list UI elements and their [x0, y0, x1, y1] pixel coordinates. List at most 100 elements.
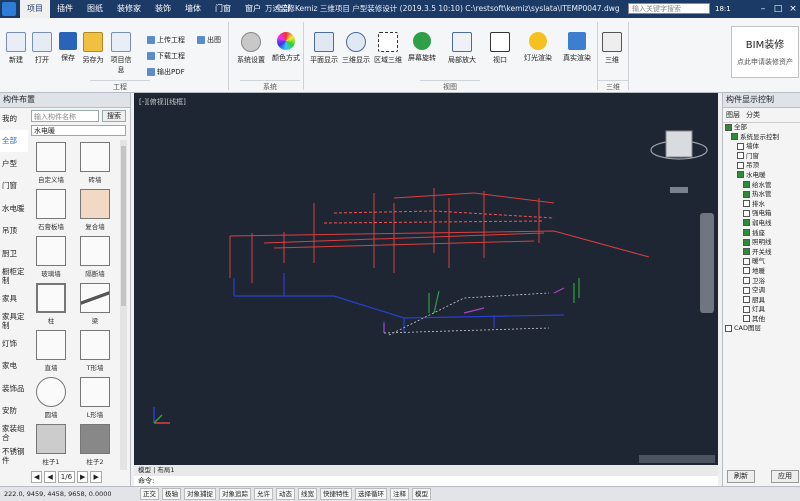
menu-item[interactable]: 项目 [20, 0, 50, 18]
checkbox[interactable] [743, 229, 750, 237]
category-item[interactable]: 不锈钢件 [0, 445, 28, 468]
3d-view-button[interactable]: 三维显示 [341, 32, 371, 65]
category-item[interactable]: 橱柜定制 [0, 265, 28, 288]
checkbox[interactable] [725, 324, 732, 332]
system-settings-button[interactable]: 系统设置 [235, 32, 267, 65]
status-toggle[interactable]: 允许 [254, 488, 273, 500]
component-tile[interactable]: 梁 [75, 281, 115, 325]
component-tile[interactable]: 玻璃墙 [31, 234, 71, 278]
tree-node[interactable]: 强电箱 [725, 209, 799, 219]
checkbox[interactable] [737, 161, 744, 169]
project-info-button[interactable]: 项目信息 [108, 32, 134, 75]
status-toggle[interactable]: 对象捕捉 [184, 488, 216, 500]
tree-node[interactable]: 开关线 [725, 248, 799, 258]
open-button[interactable]: 打开 [29, 32, 55, 65]
status-toggle[interactable]: 注释 [390, 488, 409, 500]
category-item[interactable]: 装饰品 [0, 377, 28, 400]
checkbox[interactable] [743, 277, 750, 284]
component-tile[interactable]: 石膏板墙 [31, 187, 71, 231]
component-tile[interactable]: 直墙 [31, 328, 71, 372]
checkbox[interactable] [743, 305, 750, 313]
component-tile[interactable]: 柱子1 [31, 422, 71, 466]
refresh-button[interactable]: 刷新 [727, 470, 755, 483]
checkbox[interactable] [743, 238, 750, 246]
category-dropdown[interactable]: 水电暖 [31, 125, 126, 136]
tree-node[interactable]: CAD图层 [725, 324, 799, 334]
component-search-input[interactable]: 输入构件名称 [31, 110, 99, 122]
tree-node[interactable]: 门窗 [725, 152, 799, 162]
checkbox[interactable] [731, 133, 738, 141]
checkbox[interactable] [743, 181, 750, 189]
tab-categories[interactable]: 分类 [746, 110, 760, 120]
checkbox[interactable] [743, 286, 750, 294]
export-pdf-button[interactable]: 输出PDF [147, 67, 185, 77]
checkbox[interactable] [737, 171, 744, 179]
save-as-button[interactable]: 另存为 [80, 32, 106, 65]
zoom-local-button[interactable]: 局部放大 [447, 32, 477, 65]
category-item[interactable]: 家具定制 [0, 310, 28, 333]
global-search-input[interactable]: 输入关键字搜索 [628, 3, 710, 14]
status-toggle[interactable]: 选择循环 [355, 488, 387, 500]
tree-node[interactable]: 排水 [725, 200, 799, 210]
minimize-icon[interactable]: – [756, 0, 770, 18]
tree-node[interactable]: 水电暖 [725, 171, 799, 181]
save-button[interactable]: 保存 [55, 32, 81, 63]
category-item[interactable]: 安防 [0, 400, 28, 423]
tree-node[interactable]: 弱电线 [725, 219, 799, 229]
last-page-button[interactable]: ▶ [90, 471, 102, 483]
category-item[interactable]: 灯饰 [0, 332, 28, 355]
menu-item[interactable]: 装修家 [110, 0, 148, 18]
component-tile[interactable]: 隔断墙 [75, 234, 115, 278]
tab-layers[interactable]: 图层 [726, 110, 740, 120]
viewport-button[interactable]: 视口 [485, 32, 515, 65]
light-render-button[interactable]: 灯光渲染 [521, 32, 555, 63]
maximize-icon[interactable]: □ [771, 0, 785, 18]
tree-node[interactable]: 地暖 [725, 267, 799, 277]
tree-node[interactable]: 暖气 [725, 257, 799, 267]
menu-item[interactable]: 装饰 [148, 0, 178, 18]
component-tile[interactable]: T形墙 [75, 328, 115, 372]
component-scrollbar[interactable] [120, 140, 127, 470]
prev-page-button[interactable]: ◀ [44, 471, 56, 483]
checkbox[interactable] [725, 123, 732, 131]
status-toggle[interactable]: 线宽 [298, 488, 317, 500]
status-toggle[interactable]: 模型 [412, 488, 431, 500]
tree-node[interactable]: 全部 [725, 123, 799, 133]
category-item[interactable]: 家电 [0, 355, 28, 378]
menu-item[interactable]: 图纸 [80, 0, 110, 18]
menu-item[interactable]: 窗户 [238, 0, 268, 18]
component-tile[interactable]: 砖墙 [75, 140, 115, 184]
view-cube-button[interactable]: 三维 [600, 32, 624, 65]
checkbox[interactable] [743, 209, 750, 217]
component-tile[interactable]: 自定义墙 [31, 140, 71, 184]
category-item[interactable]: 全部 [0, 129, 28, 152]
apply-button[interactable]: 应用 [771, 470, 799, 483]
category-item[interactable]: 家具 [0, 287, 28, 310]
checkbox[interactable] [737, 152, 744, 160]
component-tile[interactable]: L形墙 [75, 375, 115, 419]
menu-item[interactable]: 插件 [50, 0, 80, 18]
tree-node[interactable]: 厨具 [725, 296, 799, 306]
tree-node[interactable]: 灯具 [725, 305, 799, 315]
status-toggle[interactable]: 快捷特性 [320, 488, 352, 500]
component-tile[interactable]: 复合墙 [75, 187, 115, 231]
tree-node[interactable]: 系统显示控制 [725, 133, 799, 143]
viewport-scrollbar[interactable] [639, 455, 715, 463]
tree-node[interactable]: 插座 [725, 229, 799, 239]
effect-render-button[interactable]: 真实渲染 [560, 32, 594, 63]
status-toggle[interactable]: 动态 [276, 488, 295, 500]
plot-button[interactable]: 出图 [197, 35, 221, 45]
tree-node[interactable]: 照明线 [725, 238, 799, 248]
bim-banner[interactable]: BIM装修 点此申请装修资产 [731, 26, 799, 78]
status-toggle[interactable]: 极轴 [162, 488, 181, 500]
tree-node[interactable]: 给水管 [725, 181, 799, 191]
checkbox[interactable] [743, 257, 750, 265]
screen-rotate-button[interactable]: 屏幕旋转 [407, 32, 437, 63]
next-page-button[interactable]: ▶ [77, 471, 89, 483]
component-tile[interactable]: 柱 [31, 281, 71, 325]
checkbox[interactable] [743, 200, 750, 208]
checkbox[interactable] [743, 190, 750, 198]
component-tile[interactable]: 柱子2 [75, 422, 115, 466]
close-icon[interactable]: × [786, 0, 800, 18]
menu-item[interactable]: 墙体 [178, 0, 208, 18]
